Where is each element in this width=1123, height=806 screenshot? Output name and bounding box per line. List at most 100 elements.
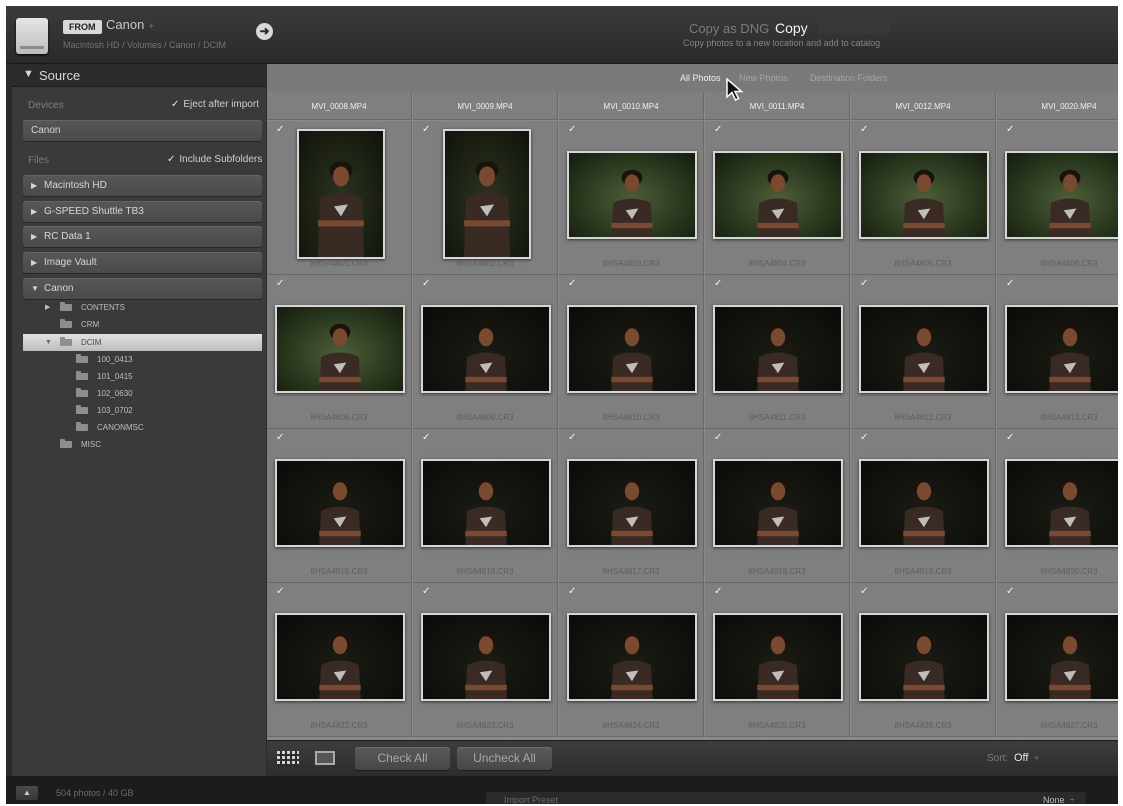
photo-thumbnail[interactable] [713,459,843,547]
photo-checkbox[interactable]: ✓ [860,433,870,443]
photo-thumbnail[interactable] [443,129,531,259]
photo-thumbnail[interactable] [275,613,405,701]
folder-102-0630[interactable]: 102_0630 [23,385,262,402]
photo-thumbnail[interactable] [421,305,551,393]
photo-checkbox[interactable]: ✓ [568,433,578,443]
photo-thumbnail[interactable] [567,613,697,701]
photo-checkbox[interactable]: ✓ [568,279,578,289]
photo-checkbox[interactable]: ✓ [568,125,578,135]
photo-thumbnail[interactable] [1005,151,1118,239]
photo-thumbnail[interactable] [275,305,405,393]
photo-cell[interactable]: ✓ 8HSA4822.CR3 [267,583,412,737]
photo-checkbox[interactable]: ✓ [276,587,286,597]
folder-crm[interactable]: CRM [23,316,262,333]
mode-copy[interactable]: Copy [775,20,808,36]
photo-checkbox[interactable]: ✓ [276,279,286,289]
volume-gspeed-shuttle[interactable]: ▶ G-SPEED Shuttle TB3 [23,201,262,222]
photo-thumbnail[interactable] [1005,305,1118,393]
video-cell[interactable]: MVI_0012.MP4 [851,92,996,120]
import-preset-bar[interactable]: Import Preset None ÷ [486,792,1086,804]
photo-checkbox[interactable]: ✓ [714,587,724,597]
volume-image-vault[interactable]: ▶ Image Vault [23,252,262,273]
device-canon[interactable]: Canon [23,120,262,141]
photo-checkbox[interactable]: ✓ [714,433,724,443]
photo-cell[interactable]: ✓ 8HSA4806.CR3 [997,121,1118,275]
photo-thumbnail[interactable] [275,459,405,547]
folder-101-0415[interactable]: 101_0415 [23,368,262,385]
photo-thumbnail[interactable] [713,305,843,393]
photo-cell[interactable]: ✓ 8HSA4817.CR3 [559,429,704,583]
photo-thumbnail[interactable] [1005,459,1118,547]
photo-cell[interactable]: ✓ 8HSA4815.CR3 [267,429,412,583]
photo-cell[interactable]: ✓ 8HSA4808.CR3 [267,275,412,429]
folder-103-0702[interactable]: 103_0702 [23,402,262,419]
video-cell[interactable]: MVI_0009.MP4 [413,92,558,120]
photo-cell[interactable]: ✓ 8HSA4810.CR3 [559,275,704,429]
photo-cell[interactable]: ✓ 8HSA4801.CR3 [267,121,412,275]
photo-cell[interactable]: ✓ 8HSA4812.CR3 [851,275,996,429]
photo-thumbnail[interactable] [1005,613,1118,701]
photo-thumbnail[interactable] [859,151,989,239]
photo-checkbox[interactable]: ✓ [422,125,432,135]
photo-checkbox[interactable]: ✓ [1006,433,1016,443]
photo-checkbox[interactable]: ✓ [422,433,432,443]
tab-destination-folders[interactable]: Destination Folders [810,73,888,83]
photo-thumbnail[interactable] [567,305,697,393]
preset-caret-icon[interactable]: ÷ [1070,795,1074,804]
photo-cell[interactable]: ✓ 8HSA4825.CR3 [705,583,850,737]
loupe-view-icon[interactable] [315,751,335,765]
photo-cell[interactable]: ✓ 8HSA4816.CR3 [413,429,558,583]
eject-after-import-checkbox[interactable]: ✓ Eject after import [171,99,259,110]
video-cell[interactable]: MVI_0020.MP4 [997,92,1118,120]
volume-rc-data[interactable]: ▶ RC Data 1 [23,226,262,247]
photo-checkbox[interactable]: ✓ [276,433,286,443]
source-panel-header[interactable]: ▼ Source [12,64,266,87]
photo-checkbox[interactable]: ✓ [1006,125,1016,135]
photo-checkbox[interactable]: ✓ [422,279,432,289]
source-device-name[interactable]: Canon [106,17,144,32]
photo-checkbox[interactable]: ✓ [860,587,870,597]
photo-checkbox[interactable]: ✓ [860,279,870,289]
volume-canon[interactable]: ▼ Canon [23,278,262,299]
photo-checkbox[interactable]: ✓ [276,125,286,135]
photo-thumbnail[interactable] [713,613,843,701]
folder-canonmsc[interactable]: CANONMSC [23,419,262,436]
collapse-up-icon[interactable]: ▲ [16,786,38,800]
photo-cell[interactable]: ✓ 8HSA4824.CR3 [559,583,704,737]
tab-new-photos[interactable]: New Photos [739,73,788,83]
photo-cell[interactable]: ✓ 8HSA4818.CR3 [705,429,850,583]
photo-checkbox[interactable]: ✓ [714,279,724,289]
sort-caret-icon[interactable]: ÷ [1034,753,1039,763]
volume-macintosh-hd[interactable]: ▶ Macintosh HD [23,175,262,196]
source-dropdown-caret-icon[interactable]: ÷ [149,21,154,31]
tab-all-photos[interactable]: All Photos [680,73,721,83]
folder-100-0413[interactable]: 100_0413 [23,351,262,368]
video-cell[interactable]: MVI_0008.MP4 [267,92,412,120]
photo-thumbnail[interactable] [859,613,989,701]
photo-thumbnail[interactable] [859,305,989,393]
photo-checkbox[interactable]: ✓ [1006,279,1016,289]
photo-checkbox[interactable]: ✓ [860,125,870,135]
photo-cell[interactable]: ✓ 8HSA4803.CR3 [559,121,704,275]
folder-misc[interactable]: MISC [23,436,262,453]
photo-cell[interactable]: ✓ 8HSA4823.CR3 [413,583,558,737]
photo-checkbox[interactable]: ✓ [568,587,578,597]
import-preset-value[interactable]: None [1043,795,1065,804]
mode-copy-as-dng[interactable]: Copy as DNG [689,21,769,36]
mode-next-hidden[interactable] [818,20,890,34]
uncheck-all-button[interactable]: Uncheck All [457,747,552,770]
grid-view-icon[interactable] [277,751,299,766]
sort-dropdown[interactable]: Off [1014,752,1028,764]
photo-cell[interactable]: ✓ 8HSA4805.CR3 [851,121,996,275]
photo-thumbnail[interactable] [421,459,551,547]
photo-thumbnail[interactable] [567,459,697,547]
folder-contents[interactable]: ▶ CONTENTS [23,299,262,316]
photo-cell[interactable]: ✓ 8HSA4802.CR3 [413,121,558,275]
photo-cell[interactable]: ✓ 8HSA4820.CR3 [997,429,1118,583]
photo-checkbox[interactable]: ✓ [1006,587,1016,597]
photo-cell[interactable]: ✓ 8HSA4809.CR3 [413,275,558,429]
photo-cell[interactable]: ✓ 8HSA4813.CR3 [997,275,1118,429]
photo-thumbnail[interactable] [567,151,697,239]
photo-cell[interactable]: ✓ 8HSA4826.CR3 [851,583,996,737]
photo-checkbox[interactable]: ✓ [714,125,724,135]
